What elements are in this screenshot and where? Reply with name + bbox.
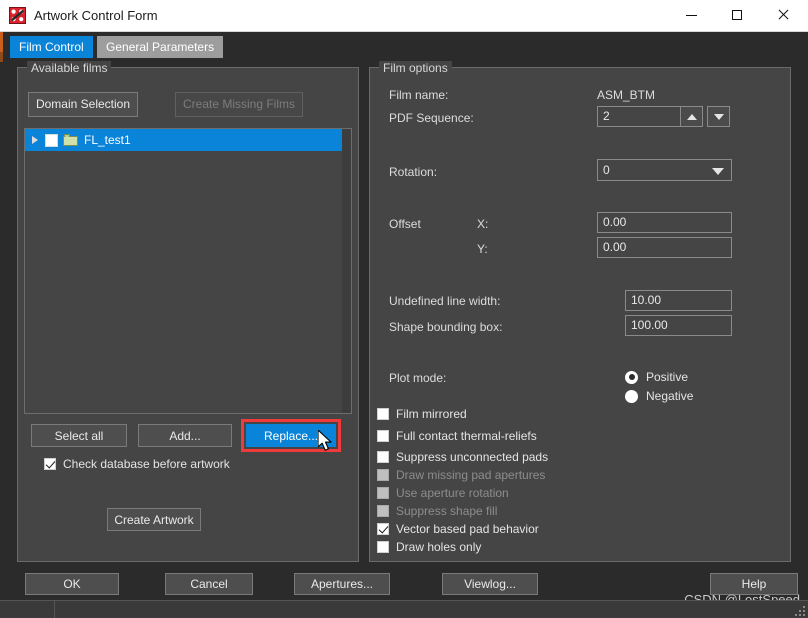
available-films-tree[interactable]: FL_test1: [24, 128, 352, 414]
rotation-select[interactable]: 0: [597, 159, 732, 181]
status-pane-left: [0, 601, 55, 618]
background-window-sliver: [0, 30, 3, 52]
draw-missing-pad-apertures-checkbox: [377, 469, 389, 481]
pdf-sequence-input[interactable]: 2: [597, 106, 690, 127]
arrow-up-icon: [687, 114, 697, 120]
check-database-before-artwork-row[interactable]: Check database before artwork: [44, 457, 230, 471]
full-contact-thermal-reliefs-checkbox[interactable]: [377, 430, 389, 442]
film-mirrored-row[interactable]: Film mirrored: [377, 407, 467, 421]
film-mirrored-label: Film mirrored: [396, 407, 467, 421]
shape-bounding-box-input[interactable]: 100.00: [625, 315, 732, 336]
minimize-button[interactable]: [668, 0, 714, 30]
check-database-checkbox[interactable]: [44, 458, 56, 470]
vector-based-pad-behavior-checkbox[interactable]: [377, 523, 389, 535]
maximize-icon: [732, 10, 742, 20]
pdf-sequence-decrement-button[interactable]: [707, 106, 730, 127]
apertures-button[interactable]: Apertures...: [294, 573, 390, 595]
select-all-button[interactable]: Select all: [31, 424, 127, 447]
vector-based-pad-behavior-label: Vector based pad behavior: [396, 522, 539, 536]
replace-button[interactable]: Replace...: [246, 424, 336, 447]
radio-positive[interactable]: [625, 371, 638, 384]
offset-y-label: Y:: [477, 242, 488, 256]
film-name-label: Film name:: [389, 88, 448, 102]
resize-grip-icon[interactable]: [795, 606, 805, 616]
window-title: Artwork Control Form: [34, 0, 158, 31]
tree-item-fl-test1[interactable]: FL_test1: [25, 129, 343, 151]
cancel-button[interactable]: Cancel: [165, 573, 253, 595]
suppress-unconnected-pads-checkbox[interactable]: [377, 451, 389, 463]
use-aperture-rotation-label: Use aperture rotation: [396, 486, 509, 500]
plot-mode-positive-radio-row[interactable]: Positive: [625, 370, 688, 384]
offset-x-label: X:: [477, 217, 488, 231]
status-pane-right: [56, 601, 808, 618]
rotation-label: Rotation:: [389, 165, 437, 179]
tab-general-parameters[interactable]: General Parameters: [97, 36, 223, 58]
tab-strip: Film Control General Parameters: [10, 36, 224, 58]
available-films-group-label: Available films: [27, 61, 111, 75]
pdf-sequence-increment-button[interactable]: [680, 106, 703, 127]
film-options-group-label: Film options: [379, 61, 452, 75]
film-mirrored-checkbox[interactable]: [377, 408, 389, 420]
ok-button[interactable]: OK: [25, 573, 119, 595]
artwork-control-form-window: Artwork Control Form Film Control Genera…: [0, 0, 808, 618]
title-bar: Artwork Control Form: [0, 0, 808, 32]
use-aperture-rotation-checkbox: [377, 487, 389, 499]
full-contact-thermal-reliefs-label: Full contact thermal-reliefs: [396, 429, 537, 443]
close-icon: [777, 9, 789, 21]
film-name-value: ASM_BTM: [597, 88, 655, 102]
offset-label: Offset: [389, 217, 421, 231]
background-window-sliver-2: [0, 52, 3, 62]
full-contact-thermal-reliefs-row[interactable]: Full contact thermal-reliefs: [377, 429, 537, 443]
tab-film-control[interactable]: Film Control: [10, 36, 93, 58]
pdf-sequence-label: PDF Sequence:: [389, 111, 474, 125]
help-button[interactable]: Help: [710, 573, 798, 595]
tree-item-label: FL_test1: [84, 133, 131, 147]
shape-bounding-box-label: Shape bounding box:: [389, 320, 502, 334]
vector-based-pad-behavior-row[interactable]: Vector based pad behavior: [377, 522, 539, 536]
radio-positive-label: Positive: [646, 370, 688, 384]
draw-missing-pad-apertures-row: Draw missing pad apertures: [377, 468, 545, 482]
draw-missing-pad-apertures-label: Draw missing pad apertures: [396, 468, 545, 482]
chevron-down-icon: [712, 168, 724, 175]
create-missing-films-button: Create Missing Films: [175, 92, 303, 117]
draw-holes-only-row[interactable]: Draw holes only: [377, 540, 481, 554]
check-database-label: Check database before artwork: [63, 457, 230, 471]
viewlog-button[interactable]: Viewlog...: [442, 573, 538, 595]
folder-icon: [63, 134, 78, 146]
status-bar: [0, 600, 808, 618]
rotation-value: 0: [603, 163, 610, 177]
artwork-app-icon: [9, 7, 26, 24]
use-aperture-rotation-row: Use aperture rotation: [377, 486, 509, 500]
undefined-line-width-label: Undefined line width:: [389, 294, 500, 308]
suppress-unconnected-pads-label: Suppress unconnected pads: [396, 450, 548, 464]
tree-item-checkbox[interactable]: [45, 134, 58, 147]
chevron-right-icon[interactable]: [25, 136, 45, 144]
tree-vertical-scrollbar[interactable]: [342, 129, 351, 413]
suppress-unconnected-pads-row[interactable]: Suppress unconnected pads: [377, 450, 548, 464]
suppress-shape-fill-checkbox: [377, 505, 389, 517]
plot-mode-label: Plot mode:: [389, 371, 446, 385]
create-artwork-button[interactable]: Create Artwork: [107, 508, 201, 531]
maximize-button[interactable]: [714, 0, 760, 30]
arrow-down-icon: [714, 114, 724, 120]
radio-negative-label: Negative: [646, 389, 693, 403]
radio-negative[interactable]: [625, 390, 638, 403]
offset-x-input[interactable]: 0.00: [597, 212, 732, 233]
draw-holes-only-checkbox[interactable]: [377, 541, 389, 553]
offset-y-input[interactable]: 0.00: [597, 237, 732, 258]
suppress-shape-fill-label: Suppress shape fill: [396, 504, 497, 518]
undefined-line-width-input[interactable]: 10.00: [625, 290, 732, 311]
add-button[interactable]: Add...: [138, 424, 232, 447]
minimize-icon: [686, 15, 697, 16]
draw-holes-only-label: Draw holes only: [396, 540, 481, 554]
plot-mode-negative-radio-row[interactable]: Negative: [625, 389, 693, 403]
domain-selection-button[interactable]: Domain Selection: [28, 92, 138, 117]
close-button[interactable]: [760, 0, 806, 30]
suppress-shape-fill-row: Suppress shape fill: [377, 504, 497, 518]
